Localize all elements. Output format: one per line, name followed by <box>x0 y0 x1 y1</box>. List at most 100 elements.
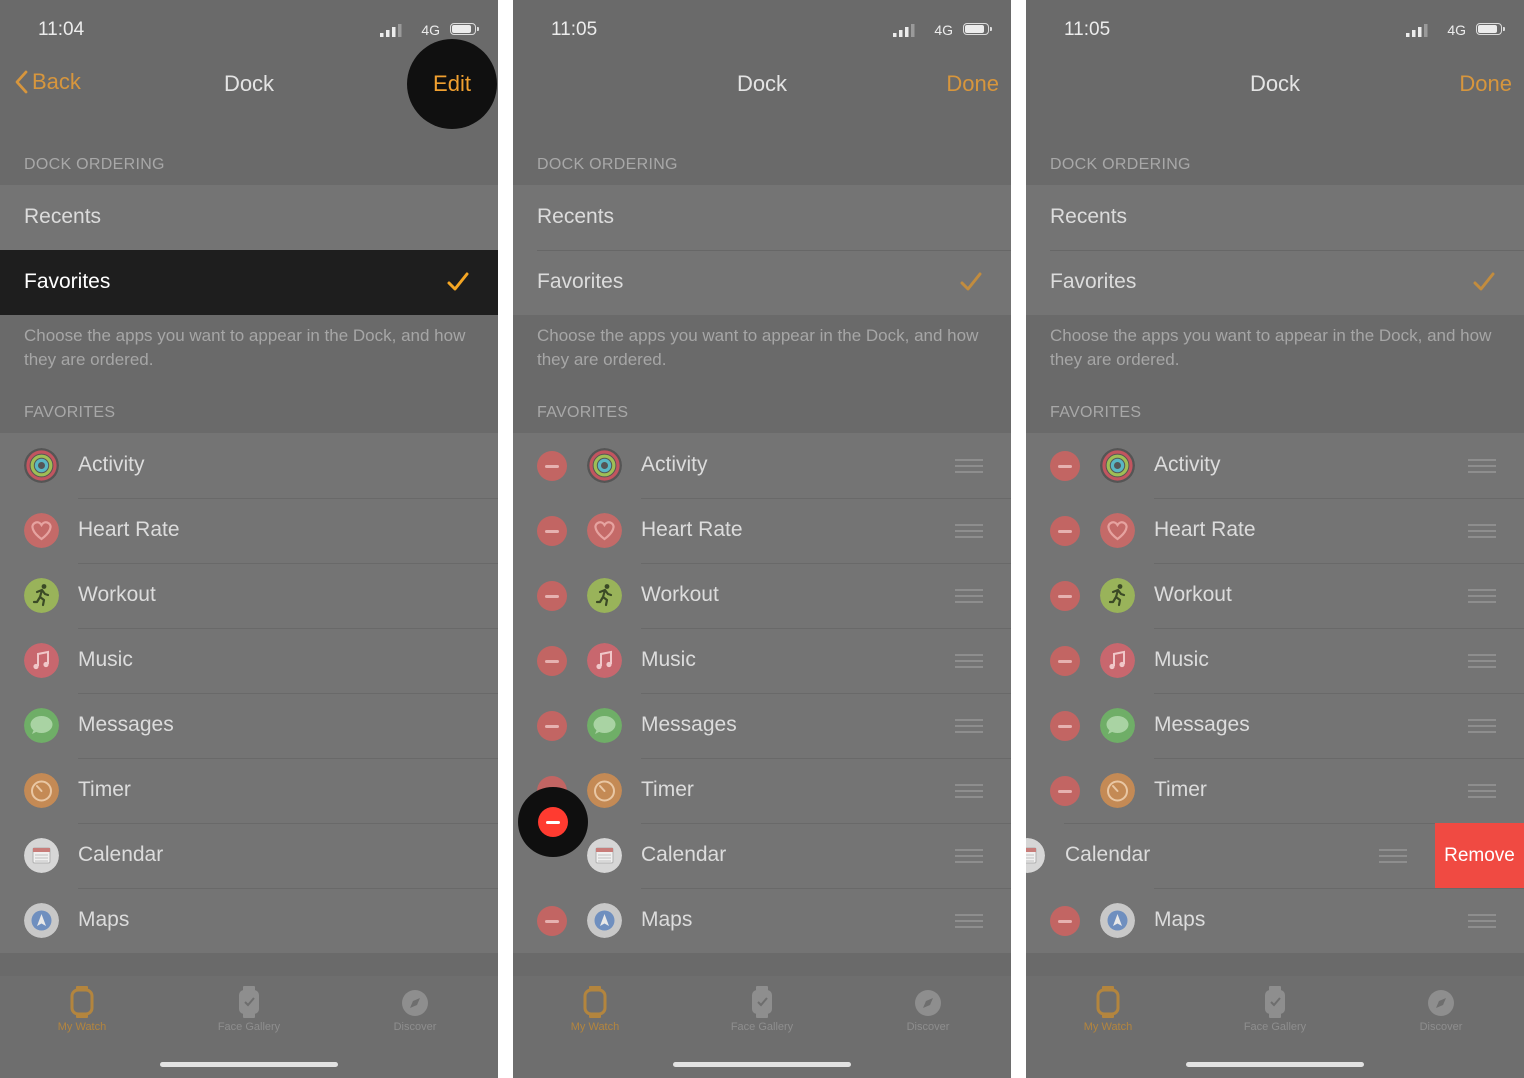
reorder-handle-icon[interactable] <box>1468 589 1496 603</box>
speech-bubble-icon <box>24 708 59 743</box>
status-bar: 11:05 4G <box>1026 0 1524 60</box>
app-name: Calendar <box>1065 843 1151 866</box>
reorder-handle-icon[interactable] <box>955 524 983 538</box>
done-button[interactable]: Done <box>1459 71 1512 97</box>
tab-discover[interactable]: Discover <box>355 986 475 1033</box>
option-label: Recents <box>1050 205 1128 228</box>
row-divider <box>78 498 498 499</box>
app-name: Music <box>641 648 696 671</box>
delete-button[interactable] <box>1050 776 1080 806</box>
reorder-handle-icon[interactable] <box>1468 654 1496 668</box>
delete-button[interactable] <box>1050 906 1080 936</box>
timer-icon <box>24 773 59 808</box>
music-note-icon <box>1100 643 1135 678</box>
row-divider <box>1154 628 1524 629</box>
option-favorites[interactable]: Favorites <box>1026 250 1524 315</box>
favorite-row-calendar: Calendar <box>513 823 1011 888</box>
favorite-row-music[interactable]: Music <box>0 628 498 693</box>
favorite-row-activity[interactable]: Activity <box>0 433 498 498</box>
tab-my-watch[interactable]: My Watch <box>22 986 142 1033</box>
favorite-row-activity: Activity <box>1026 433 1524 498</box>
option-favorites[interactable]: Favorites <box>513 250 1011 315</box>
tab-label: Discover <box>1419 1021 1463 1033</box>
favorite-row-timer[interactable]: Timer <box>0 758 498 823</box>
row-divider <box>1050 250 1524 251</box>
favorite-row-workout[interactable]: Workout <box>0 563 498 628</box>
favorite-row-maps: Maps <box>1026 888 1524 953</box>
delete-button[interactable] <box>537 646 567 676</box>
tab-my-watch[interactable]: My Watch <box>1048 986 1168 1033</box>
favorite-row-heart-rate[interactable]: Heart Rate <box>0 498 498 563</box>
delete-button[interactable] <box>1050 581 1080 611</box>
network-label: 4G <box>421 22 440 38</box>
app-name: Heart Rate <box>641 518 743 541</box>
tab-label: Discover <box>906 1021 950 1033</box>
reorder-handle-icon[interactable] <box>955 914 983 928</box>
edit-label: Edit <box>433 71 471 96</box>
favorite-row-calendar[interactable]: Calendar <box>0 823 498 888</box>
delete-button[interactable] <box>1050 711 1080 741</box>
status-time: 11:05 <box>1064 19 1111 40</box>
done-button[interactable]: Done <box>946 71 999 97</box>
reorder-handle-icon[interactable] <box>955 784 983 798</box>
option-recents[interactable]: Recents <box>1026 185 1524 250</box>
tab-face-gallery[interactable]: Face Gallery <box>702 986 822 1033</box>
panel-2: 11:05 4G Dock Done DOCK ORDERING Recents… <box>513 0 1011 1078</box>
signal-icon <box>380 24 402 37</box>
reorder-handle-icon[interactable] <box>955 719 983 733</box>
option-recents[interactable]: Recents <box>513 185 1011 250</box>
remove-button[interactable]: Remove <box>1435 823 1524 888</box>
reorder-handle-icon[interactable] <box>1379 849 1407 863</box>
dock-description: Choose the apps you want to appear in th… <box>537 326 979 369</box>
reorder-handle-icon[interactable] <box>1468 914 1496 928</box>
favorite-row-timer: Timer <box>1026 758 1524 823</box>
dock-ordering-header: DOCK ORDERING <box>1050 156 1191 173</box>
delete-button[interactable] <box>537 581 567 611</box>
panel-3: 11:05 4G Dock Done DOCK ORDERING Recents… <box>1026 0 1524 1078</box>
edit-button[interactable]: Edit <box>407 39 497 129</box>
activity-rings-icon <box>24 448 59 483</box>
reorder-handle-icon[interactable] <box>1468 719 1496 733</box>
tab-my-watch[interactable]: My Watch <box>535 986 655 1033</box>
favorite-row-heart-rate: Heart Rate <box>1026 498 1524 563</box>
page-title: Dock <box>736 71 788 96</box>
status-time: 11:04 <box>38 19 85 40</box>
row-divider <box>78 823 498 824</box>
app-name: Timer <box>78 778 131 801</box>
delete-button[interactable] <box>537 451 567 481</box>
favorite-row-maps[interactable]: Maps <box>0 888 498 953</box>
reorder-handle-icon[interactable] <box>955 849 983 863</box>
reorder-handle-icon[interactable] <box>1468 524 1496 538</box>
reorder-handle-icon[interactable] <box>955 654 983 668</box>
delete-button[interactable] <box>1050 451 1080 481</box>
reorder-handle-icon[interactable] <box>955 459 983 473</box>
reorder-handle-icon[interactable] <box>1468 784 1496 798</box>
tab-discover[interactable]: Discover <box>1381 986 1501 1033</box>
delete-button[interactable] <box>1050 516 1080 546</box>
delete-button[interactable] <box>537 906 567 936</box>
tab-face-gallery[interactable]: Face Gallery <box>1215 986 1335 1033</box>
tab-discover[interactable]: Discover <box>868 986 988 1033</box>
music-note-icon <box>587 643 622 678</box>
option-recents[interactable]: Recents <box>0 185 498 250</box>
favorite-row-messages[interactable]: Messages <box>0 693 498 758</box>
watch-icon <box>70 986 94 1018</box>
delete-button[interactable] <box>537 711 567 741</box>
map-arrow-icon <box>1100 903 1135 938</box>
network-label: 4G <box>1447 22 1466 38</box>
signal-icon <box>893 24 915 37</box>
app-name: Activity <box>641 453 708 476</box>
highlighted-delete-button[interactable] <box>518 787 588 857</box>
map-arrow-icon <box>587 903 622 938</box>
reorder-handle-icon[interactable] <box>955 589 983 603</box>
row-divider <box>641 498 1011 499</box>
tab-face-gallery[interactable]: Face Gallery <box>189 986 309 1033</box>
favorite-row-calendar-swiped: Calendar Remove <box>1026 823 1524 888</box>
delete-button[interactable] <box>1050 646 1080 676</box>
music-note-icon <box>24 643 59 678</box>
reorder-handle-icon[interactable] <box>1468 459 1496 473</box>
checkmark-icon <box>960 272 982 291</box>
delete-button[interactable] <box>537 516 567 546</box>
option-favorites[interactable]: Favorites <box>0 250 498 315</box>
checkmark-icon <box>1473 272 1495 291</box>
